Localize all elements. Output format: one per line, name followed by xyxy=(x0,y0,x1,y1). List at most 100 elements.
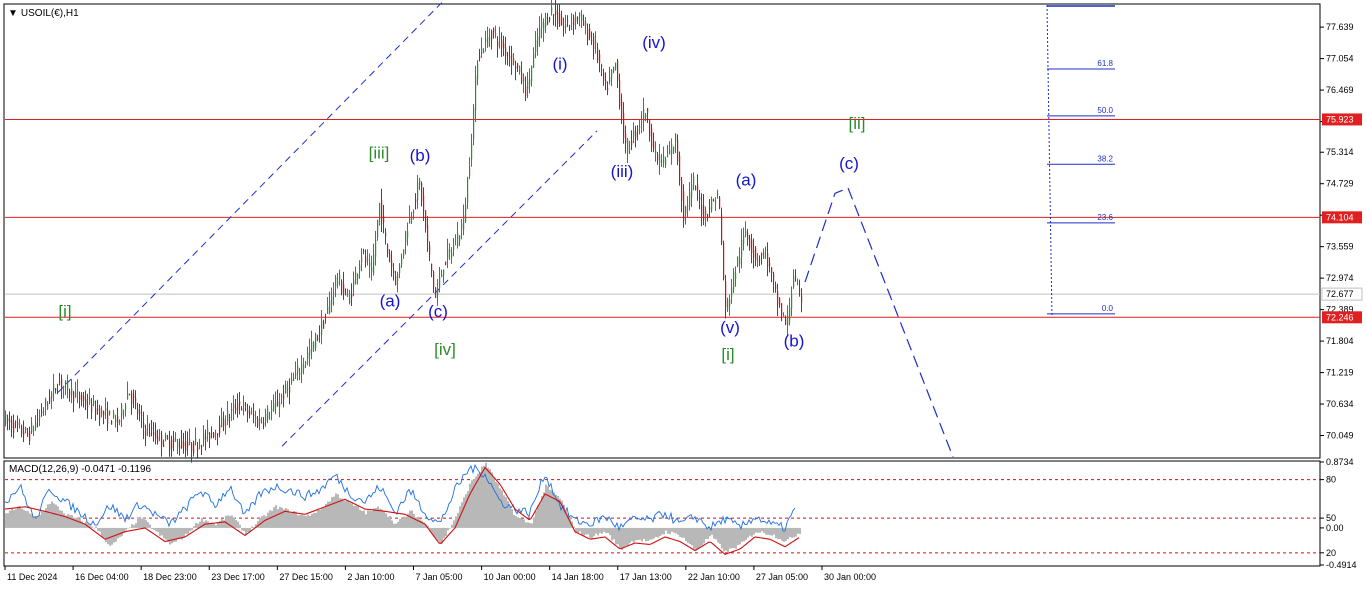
candle-body xyxy=(795,276,797,278)
macd-histogram-bar xyxy=(49,503,51,528)
candle-body xyxy=(19,423,21,425)
macd-histogram-bar xyxy=(393,523,395,528)
macd-histogram-bar xyxy=(615,527,617,545)
candle-body xyxy=(209,432,211,440)
candle-body xyxy=(753,249,755,258)
macd-histogram-bar xyxy=(403,516,405,528)
macd-histogram-bar xyxy=(389,515,391,528)
candle-body xyxy=(81,394,83,402)
candle-body xyxy=(573,17,575,26)
candle-body xyxy=(95,408,97,415)
macd-histogram-bar xyxy=(517,517,519,528)
macd-histogram-bar xyxy=(133,525,135,528)
macd-histogram-bar xyxy=(453,520,455,528)
macd-histogram-bar xyxy=(301,514,303,528)
candle-body xyxy=(261,421,263,423)
candle-body xyxy=(421,183,423,202)
candle-body xyxy=(487,37,489,47)
macd-histogram-bar xyxy=(9,510,11,528)
candle-body xyxy=(545,16,547,27)
candle-body xyxy=(529,78,531,85)
candle-body xyxy=(765,249,767,251)
macd-histogram-bar xyxy=(461,502,463,528)
macd-histogram-bar xyxy=(471,480,473,528)
chart-menu-arrow-icon[interactable]: ▼ xyxy=(8,8,18,19)
candle-body xyxy=(27,432,29,435)
macd-histogram-bar xyxy=(267,512,269,528)
macd-tick-label: 20 xyxy=(1326,548,1336,558)
candle-body xyxy=(611,69,613,78)
candle-body xyxy=(103,411,105,416)
macd-histogram-bar xyxy=(243,527,245,531)
macd-histogram-bar xyxy=(25,510,27,528)
y-tick-label: 77.639 xyxy=(1326,22,1354,32)
time-axis[interactable]: 11 Dec 2024 16 Dec 04:00 18 Dec 23:00 23 De… xyxy=(4,566,876,582)
x-tick-label: 22 Jan 10:00 xyxy=(688,572,740,582)
macd-histogram-bar xyxy=(91,526,93,528)
macd-histogram-bar xyxy=(23,509,25,528)
candle-body xyxy=(473,108,475,140)
candle-body xyxy=(393,269,395,274)
candle-body xyxy=(133,394,135,399)
macd-histogram-bar xyxy=(717,527,719,543)
candle-body xyxy=(403,249,405,257)
price-tag-label: 74.104 xyxy=(1326,212,1354,222)
candle-body xyxy=(39,415,41,419)
macd-histogram-bar xyxy=(103,527,105,538)
macd-histogram-bar xyxy=(13,510,15,528)
macd-histogram-bar xyxy=(773,527,775,535)
candle-body xyxy=(689,191,691,206)
candle-body xyxy=(667,155,669,158)
candle-body xyxy=(609,77,611,82)
macd-histogram-bar xyxy=(165,527,167,540)
candle-body xyxy=(709,207,711,210)
candle-body xyxy=(595,41,597,44)
macd-histogram-bar xyxy=(449,527,451,529)
macd-histogram-bar xyxy=(525,522,527,528)
candle-body xyxy=(681,180,683,201)
macd-histogram-bar xyxy=(607,527,609,534)
macd-histogram-bar xyxy=(273,507,275,528)
macd-histogram-bar xyxy=(227,515,229,528)
price-axis[interactable]: 77.63977.05476.46975.88475.31474.72974.1… xyxy=(1320,22,1354,441)
candle-body xyxy=(179,445,181,449)
candle-body xyxy=(399,265,401,274)
macd-histogram-bar xyxy=(73,517,75,528)
macd-histogram-bar xyxy=(305,516,307,528)
candle-body xyxy=(159,432,161,434)
candle-body xyxy=(157,436,159,442)
macd-histogram-bar xyxy=(797,527,799,534)
candle-body xyxy=(323,321,325,329)
candle-body xyxy=(757,260,759,262)
x-tick-label: 27 Jan 05:00 xyxy=(756,572,808,582)
macd-histogram-bar xyxy=(663,527,665,535)
candle-body xyxy=(411,216,413,221)
candle-body xyxy=(693,176,695,186)
candle-body xyxy=(269,416,271,418)
candle-body xyxy=(373,254,375,274)
candle-body xyxy=(229,416,231,418)
macd-histogram-bar xyxy=(315,512,317,528)
candle-body xyxy=(583,21,585,26)
candle-body xyxy=(631,140,633,146)
macd-histogram-bar xyxy=(791,527,793,538)
macd-histogram-bar xyxy=(97,527,99,531)
candle-body xyxy=(99,408,101,420)
candle-body xyxy=(481,47,483,54)
macd-histogram-bar xyxy=(325,503,327,528)
candle-body xyxy=(175,439,177,441)
candle-body xyxy=(59,381,61,383)
candle-body xyxy=(535,40,537,53)
macd-histogram-bar xyxy=(347,500,349,528)
candle-body xyxy=(359,264,361,272)
macd-histogram-bar xyxy=(191,527,193,531)
macd-histogram-bar xyxy=(539,503,541,528)
candle-body xyxy=(749,238,751,249)
macd-histogram-bar xyxy=(39,514,41,528)
x-tick-label: 23 Dec 17:00 xyxy=(211,572,265,582)
candle-body xyxy=(599,54,601,63)
macd-histogram-bar xyxy=(733,527,735,549)
macd-histogram-bar xyxy=(317,508,319,528)
macd-histogram-bar xyxy=(629,527,631,544)
candle-body xyxy=(525,85,527,97)
